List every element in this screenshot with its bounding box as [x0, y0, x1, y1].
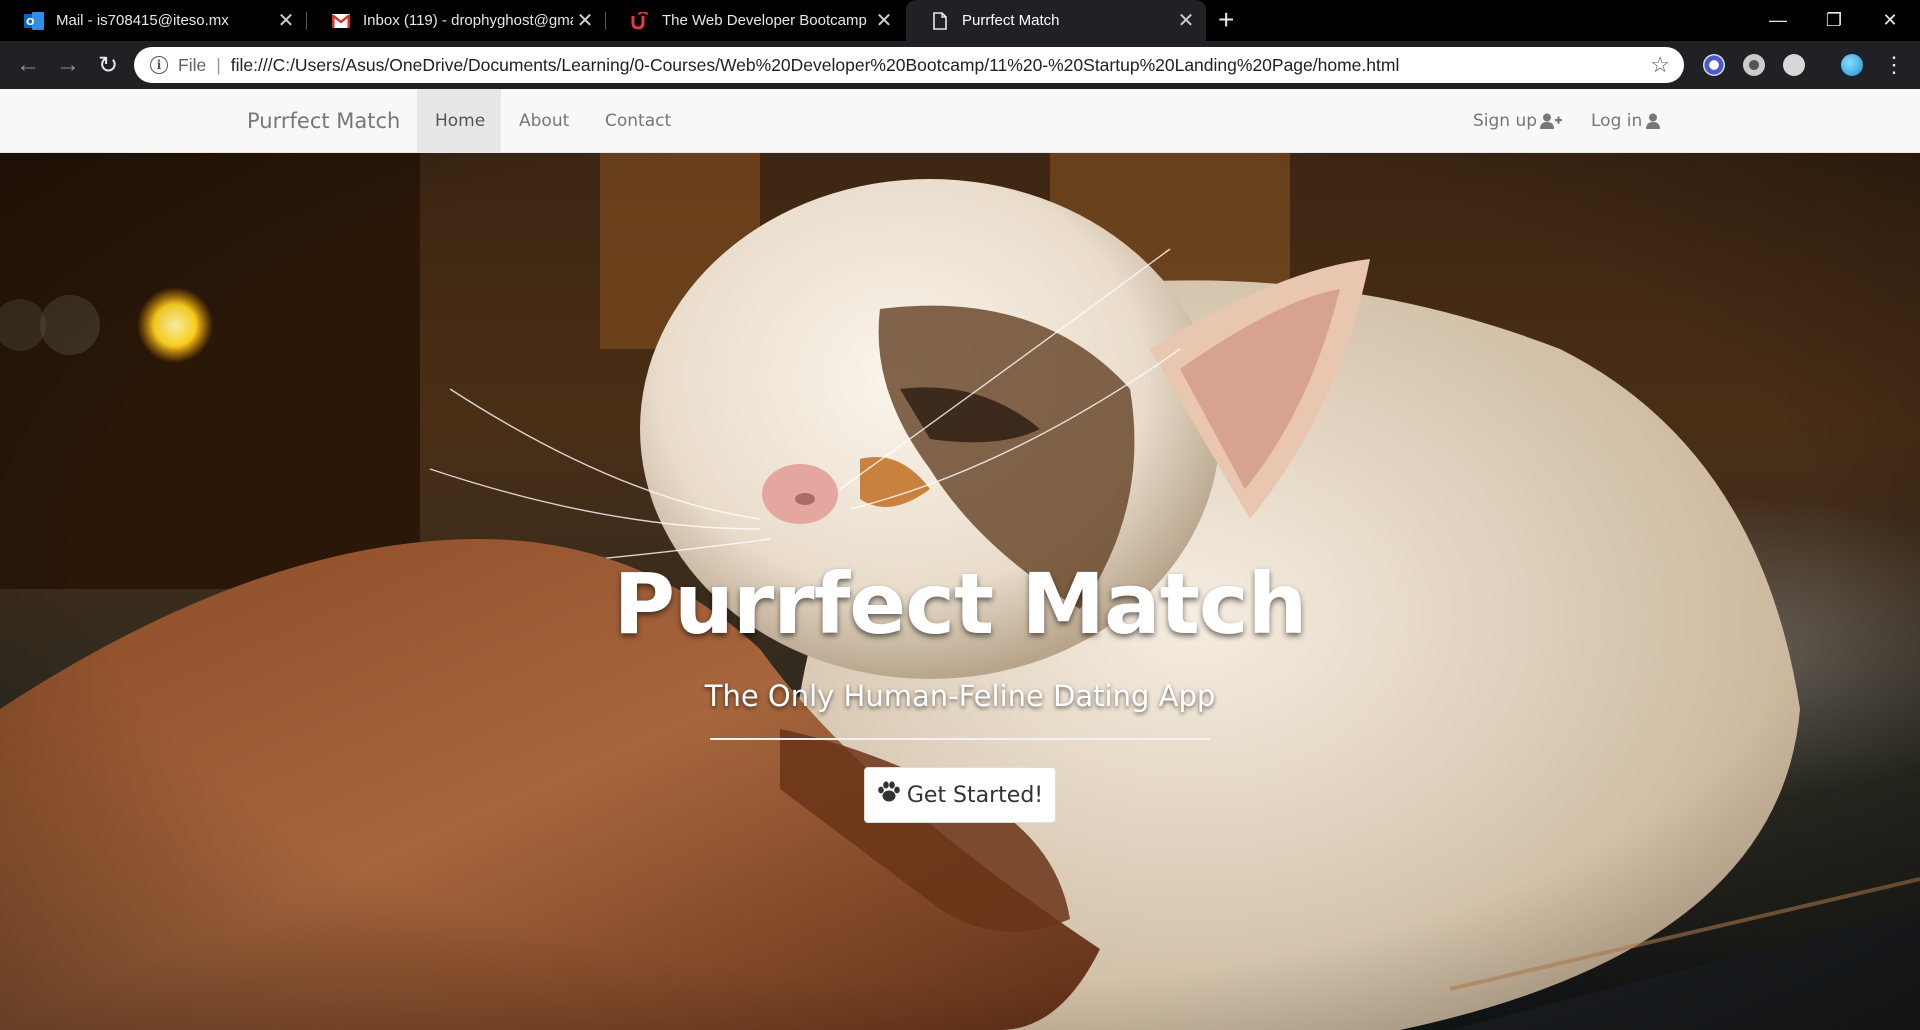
new-tab-button[interactable]: + — [1218, 4, 1234, 36]
tab-title: Inbox (119) - drophyghost@gmail.com — [363, 12, 573, 29]
web-page: Purrfect Match Home About Contact Sign u… — [0, 89, 1920, 1030]
tab-title: Mail - is708415@iteso.mx — [56, 12, 229, 29]
close-tab-icon[interactable]: ✕ — [872, 8, 896, 33]
nav-link-home[interactable]: Home — [417, 89, 501, 153]
forward-button[interactable]: → — [50, 41, 86, 89]
hero-divider — [710, 738, 1210, 740]
gmail-icon — [331, 11, 351, 31]
user-plus-icon — [1537, 111, 1563, 131]
signup-link[interactable]: Sign up — [1455, 89, 1585, 153]
tab-title: The Web Developer Bootcamp | Udemy — [662, 12, 872, 29]
bookmark-star-icon[interactable]: ☆ — [1650, 52, 1670, 78]
tab-udemy-bootcamp[interactable]: The Web Developer Bootcamp | Udemy ✕ — [606, 0, 904, 41]
close-tab-icon[interactable]: ✕ — [274, 8, 298, 33]
hero-title: Purrfect Match — [613, 555, 1308, 653]
extension-blocker-icon[interactable] — [1703, 54, 1725, 76]
tab-gmail-inbox[interactable]: Inbox (119) - drophyghost@gmail.com ✕ — [307, 0, 605, 41]
address-separator: | — [216, 54, 221, 75]
paw-icon — [877, 781, 901, 809]
tab-outlook-mail[interactable]: O Mail - is708415@iteso.mx ✕ — [0, 0, 306, 41]
address-bar[interactable]: i File | file:///C:/Users/Asus/OneDrive/… — [134, 47, 1684, 83]
close-tab-icon[interactable]: ✕ — [573, 8, 597, 33]
address-url[interactable]: file:///C:/Users/Asus/OneDrive/Documents… — [231, 55, 1651, 76]
site-brand-link[interactable]: Purrfect Match — [247, 89, 400, 153]
close-tab-icon[interactable]: ✕ — [1174, 8, 1198, 33]
tab-title: Purrfect Match — [962, 12, 1060, 29]
signup-label: Sign up — [1473, 111, 1538, 131]
login-link[interactable]: Log in — [1573, 89, 1683, 153]
svg-text:O: O — [26, 17, 35, 28]
extension-record-icon[interactable] — [1743, 54, 1765, 76]
browser-toolbar: ← → ↻ i File | file:///C:/Users/Asus/One… — [0, 41, 1920, 89]
window-close-button[interactable]: ✕ — [1862, 0, 1918, 41]
site-navbar: Purrfect Match Home About Contact Sign u… — [0, 89, 1920, 153]
user-icon — [1642, 111, 1661, 131]
extension-gray-icon[interactable] — [1783, 54, 1805, 76]
restore-button[interactable]: ❐ — [1806, 0, 1862, 41]
profile-avatar-icon[interactable] — [1841, 54, 1863, 76]
site-info-icon[interactable]: i — [150, 56, 168, 74]
minimize-button[interactable]: — — [1750, 0, 1806, 41]
nav-link-contact[interactable]: Contact — [587, 89, 687, 153]
reload-button[interactable]: ↻ — [90, 41, 126, 89]
hero-subtitle: The Only Human-Feline Dating App — [704, 679, 1216, 713]
get-started-label: Get Started! — [906, 782, 1044, 808]
outlook-icon: O — [24, 11, 44, 31]
udemy-icon — [630, 11, 650, 31]
login-label: Log in — [1591, 111, 1643, 131]
back-button[interactable]: ← — [10, 41, 46, 89]
address-scheme-label: File — [178, 54, 207, 75]
browser-tab-strip: O Mail - is708415@iteso.mx ✕ Inbox (119)… — [0, 0, 1920, 41]
page-icon — [930, 11, 950, 31]
tab-purrfect-match[interactable]: Purrfect Match ✕ — [906, 0, 1206, 41]
nav-link-about[interactable]: About — [501, 89, 585, 153]
browser-menu-icon[interactable]: ⋮ — [1876, 41, 1912, 89]
get-started-button[interactable]: Get Started! — [864, 767, 1056, 823]
